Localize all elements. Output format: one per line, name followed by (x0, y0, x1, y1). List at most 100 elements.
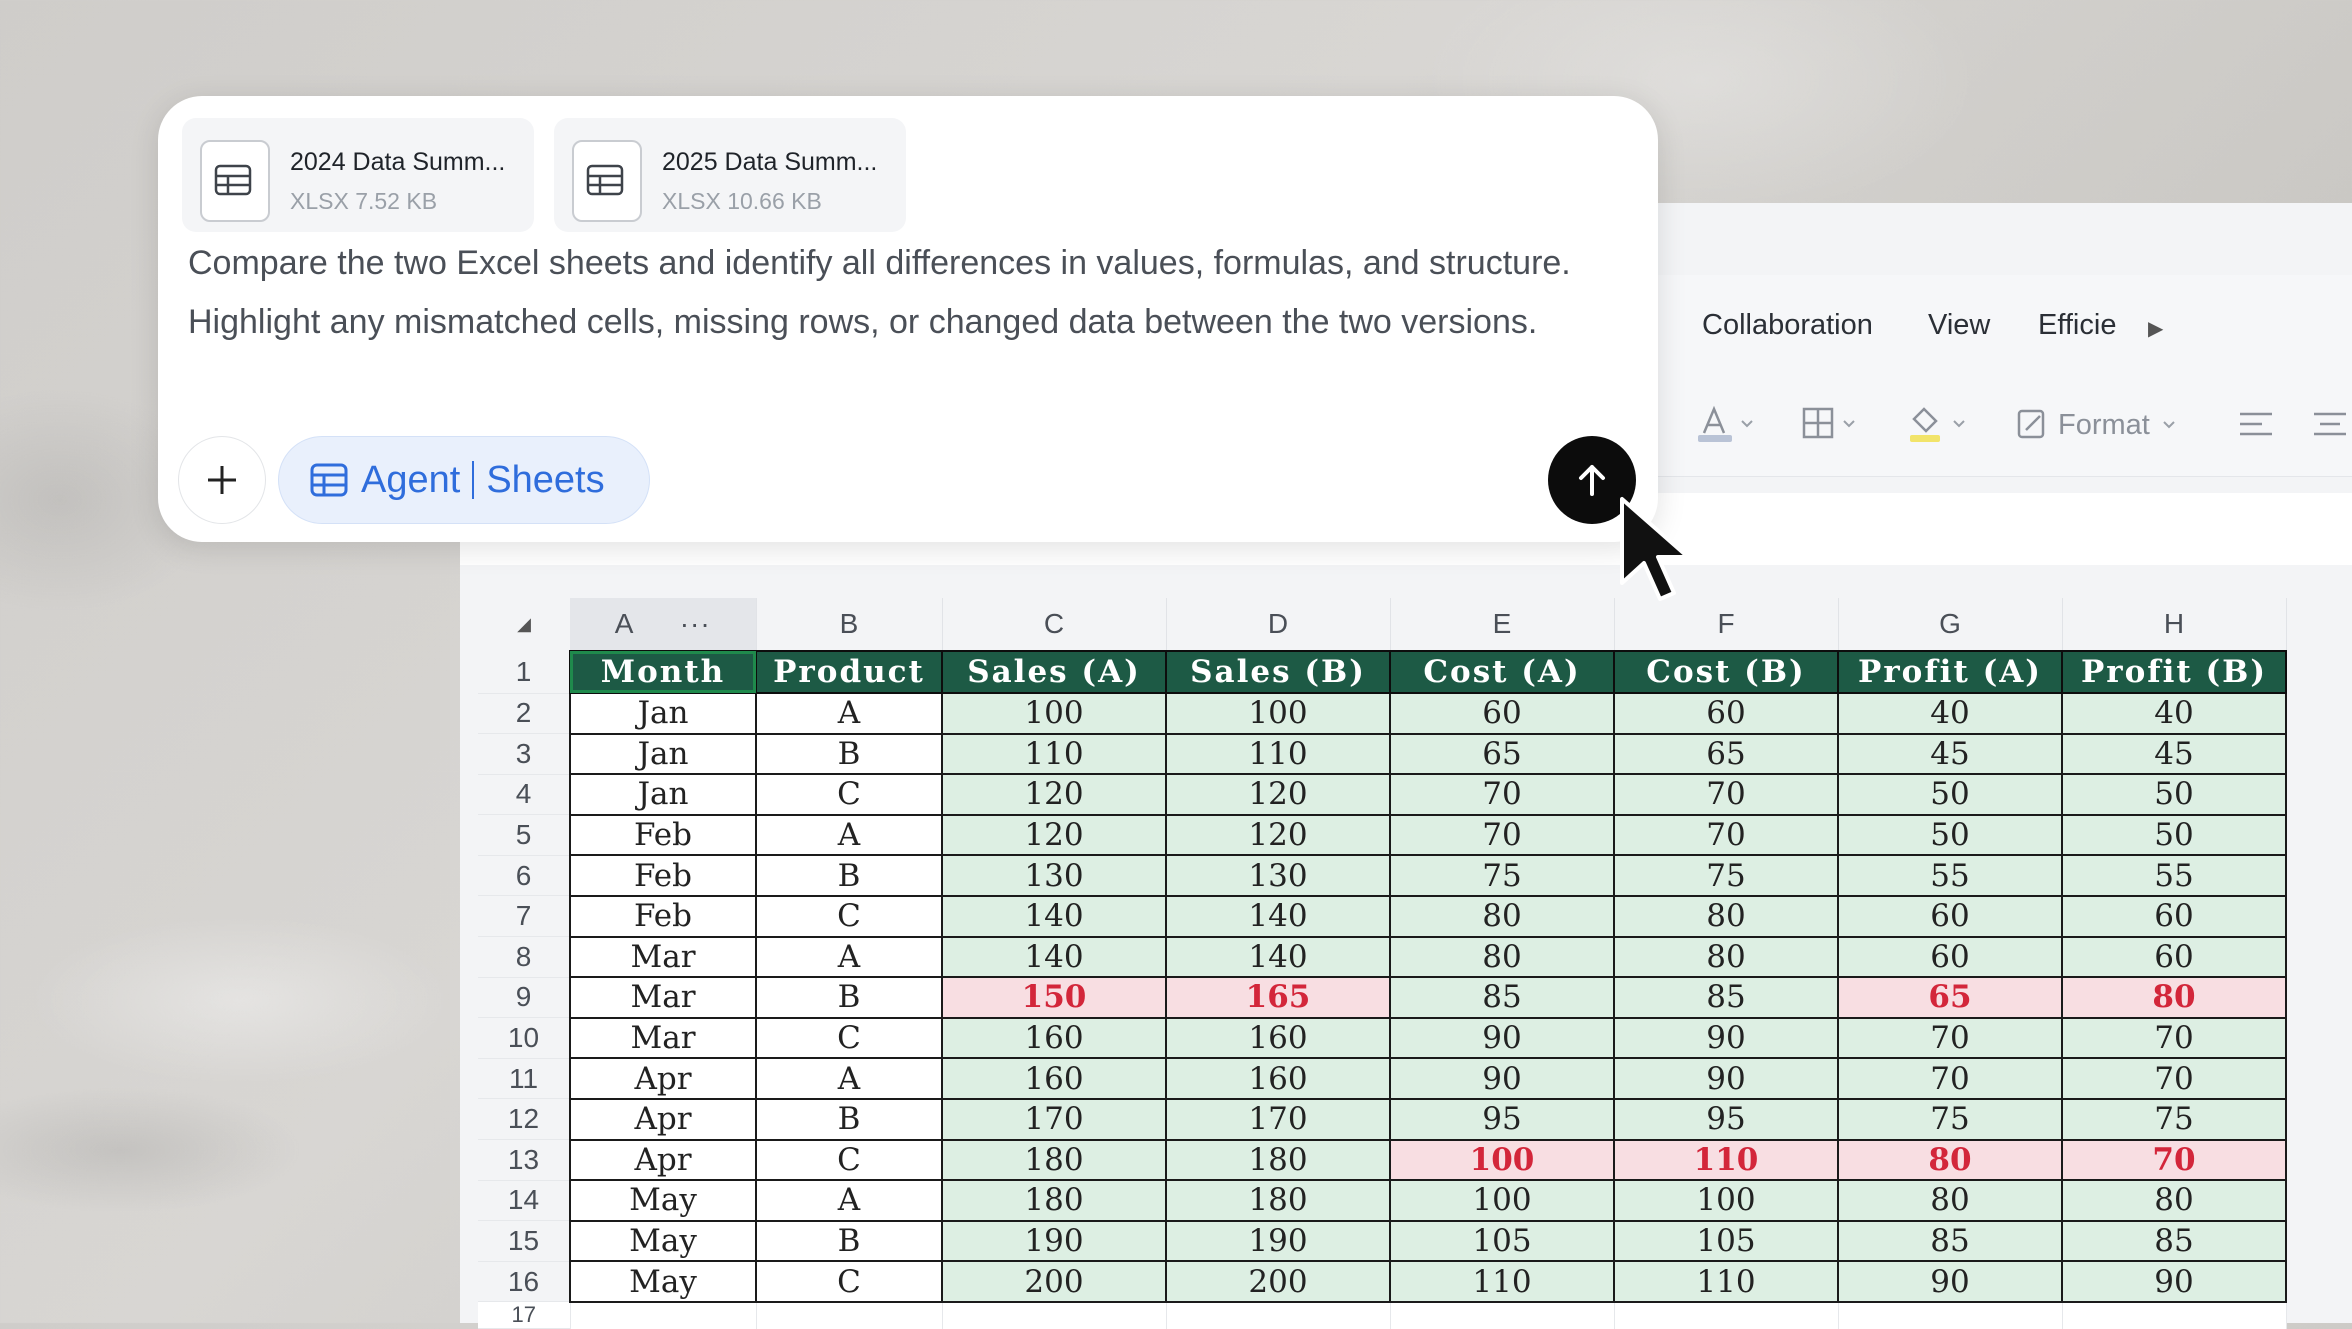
data-cell[interactable]: 140 (1165, 894, 1391, 938)
data-cell[interactable]: 70 (1837, 1057, 2063, 1100)
column-header-e[interactable]: E (1390, 598, 1615, 651)
data-cell[interactable]: 60 (1613, 692, 1839, 735)
data-cell[interactable]: 105 (1389, 1219, 1615, 1263)
data-cell[interactable]: B (755, 732, 943, 776)
data-cell[interactable]: 105 (1613, 1219, 1839, 1263)
data-cell[interactable]: 85 (2061, 1219, 2287, 1263)
row-header[interactable]: 12 (478, 1098, 570, 1141)
font-color-icon[interactable] (1696, 405, 1760, 445)
data-cell[interactable]: 170 (1165, 1097, 1391, 1141)
data-cell[interactable]: 80 (1613, 894, 1839, 938)
row-header[interactable]: 2 (478, 693, 570, 735)
data-cell[interactable]: 60 (2061, 894, 2287, 938)
data-cell[interactable]: 180 (941, 1179, 1167, 1222)
data-cell[interactable]: Apr (569, 1097, 757, 1141)
data-cell[interactable]: Mar (569, 1016, 757, 1060)
data-cell[interactable]: 95 (1613, 1097, 1839, 1141)
data-cell[interactable]: A (755, 1057, 943, 1100)
spreadsheet-grid[interactable]: ◢ A ··· B C D E F G H 1 Month Product Sa… (478, 598, 2287, 1329)
menu-efficiency[interactable]: Efficie (2038, 309, 2116, 342)
data-cell[interactable]: B (755, 1097, 943, 1141)
row-header[interactable]: 6 (478, 855, 570, 897)
data-cell[interactable]: 100 (1389, 1179, 1615, 1222)
data-cell[interactable]: 200 (1165, 1260, 1391, 1303)
row-header[interactable]: 4 (478, 774, 570, 816)
data-cell[interactable]: 140 (941, 894, 1167, 938)
menu-collaboration[interactable]: Collaboration (1702, 309, 1873, 342)
empty-cell[interactable] (1390, 1301, 1615, 1329)
mismatched-cell[interactable]: 150 (941, 976, 1167, 1019)
column-header-a[interactable]: A ··· (570, 598, 757, 651)
data-cell[interactable]: 60 (1389, 692, 1615, 735)
data-cell[interactable]: 110 (941, 732, 1167, 776)
data-cell[interactable]: 100 (1165, 692, 1391, 735)
header-cell-profit-a[interactable]: Profit (A) (1837, 650, 2063, 694)
data-cell[interactable]: 70 (1389, 813, 1615, 857)
data-cell[interactable]: 90 (1389, 1016, 1615, 1060)
mismatched-cell[interactable]: 70 (2061, 1138, 2287, 1182)
prompt-input[interactable]: Compare the two Excel sheets and identif… (188, 234, 1628, 352)
column-header-g[interactable]: G (1838, 598, 2063, 651)
data-cell[interactable]: 50 (2061, 813, 2287, 857)
data-cell[interactable]: 75 (1613, 854, 1839, 897)
data-cell[interactable]: 90 (2061, 1260, 2287, 1303)
header-cell-cost-b[interactable]: Cost (B) (1613, 650, 1839, 694)
data-cell[interactable]: 90 (1613, 1057, 1839, 1100)
data-cell[interactable]: 60 (1837, 894, 2063, 938)
align-center-icon[interactable] (2312, 405, 2348, 445)
column-header-f[interactable]: F (1614, 598, 1839, 651)
data-cell[interactable]: 130 (1165, 854, 1391, 897)
mismatched-cell[interactable]: 165 (1165, 976, 1391, 1019)
data-cell[interactable]: 70 (1613, 773, 1839, 816)
column-header-d[interactable]: D (1166, 598, 1391, 651)
row-header[interactable]: 9 (478, 977, 570, 1019)
data-cell[interactable]: 140 (941, 935, 1167, 979)
data-cell[interactable]: 170 (941, 1097, 1167, 1141)
data-cell[interactable]: A (755, 813, 943, 857)
menu-view[interactable]: View (1928, 309, 1990, 342)
data-cell[interactable]: 120 (1165, 813, 1391, 857)
data-cell[interactable]: 50 (1837, 773, 2063, 816)
data-cell[interactable]: 85 (1837, 1219, 2063, 1263)
data-cell[interactable]: A (755, 1179, 943, 1222)
row-header[interactable]: 7 (478, 895, 570, 938)
header-cell-sales-a[interactable]: Sales (A) (941, 650, 1167, 694)
data-cell[interactable]: 45 (2061, 732, 2287, 776)
data-cell[interactable]: 100 (1613, 1179, 1839, 1222)
data-cell[interactable]: 160 (1165, 1016, 1391, 1060)
data-cell[interactable]: Apr (569, 1138, 757, 1182)
column-header-h[interactable]: H (2062, 598, 2287, 651)
column-menu-icon[interactable]: ··· (680, 608, 711, 639)
data-cell[interactable]: 65 (1613, 732, 1839, 776)
empty-cell[interactable] (756, 1301, 943, 1329)
data-cell[interactable]: 85 (1389, 976, 1615, 1019)
row-header[interactable]: 17 (478, 1301, 571, 1329)
data-cell[interactable]: Jan (569, 732, 757, 776)
data-cell[interactable]: B (755, 854, 943, 897)
data-cell[interactable]: 60 (1837, 935, 2063, 979)
data-cell[interactable]: 70 (1837, 1016, 2063, 1060)
data-cell[interactable]: 180 (1165, 1179, 1391, 1222)
empty-cell[interactable] (1838, 1301, 2063, 1329)
data-cell[interactable]: 80 (1389, 935, 1615, 979)
row-header[interactable]: 13 (478, 1139, 570, 1181)
data-cell[interactable]: 70 (1613, 813, 1839, 857)
mismatched-cell[interactable]: 100 (1389, 1138, 1615, 1182)
data-cell[interactable]: 40 (2061, 692, 2287, 735)
data-cell[interactable]: A (755, 935, 943, 979)
header-cell-product[interactable]: Product (755, 650, 943, 694)
header-cell-sales-b[interactable]: Sales (B) (1165, 650, 1391, 694)
data-cell[interactable]: Mar (569, 976, 757, 1019)
data-cell[interactable]: Feb (569, 813, 757, 857)
empty-cell[interactable] (1614, 1301, 1839, 1329)
data-cell[interactable]: 75 (2061, 1097, 2287, 1141)
data-cell[interactable]: Mar (569, 935, 757, 979)
data-cell[interactable]: 75 (1389, 854, 1615, 897)
mismatched-cell[interactable]: 110 (1613, 1138, 1839, 1182)
fill-color-icon[interactable] (1908, 405, 1972, 445)
data-cell[interactable]: Jan (569, 773, 757, 816)
data-cell[interactable]: 70 (2061, 1057, 2287, 1100)
empty-cell[interactable] (1166, 1301, 1391, 1329)
data-cell[interactable]: May (569, 1260, 757, 1303)
data-cell[interactable]: Apr (569, 1057, 757, 1100)
